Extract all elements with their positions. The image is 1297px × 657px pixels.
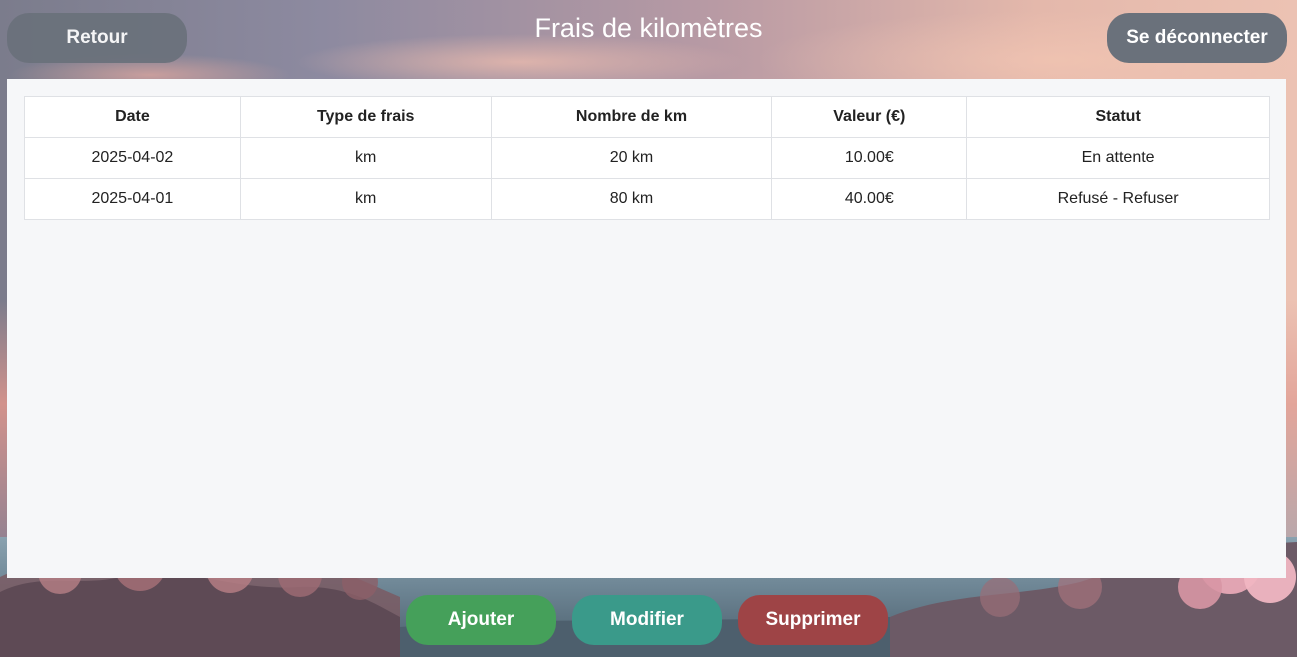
column-header-type[interactable]: Type de frais — [239, 96, 492, 138]
cell-value: 10.00€ — [771, 137, 968, 179]
page-title: Frais de kilomètres — [534, 13, 763, 43]
page: Retour Frais de kilomètres Se déconnecte… — [0, 0, 1297, 657]
delete-button[interactable]: Supprimer — [738, 595, 888, 645]
column-header-km[interactable]: Nombre de km — [490, 96, 773, 138]
table-row[interactable]: 2025-04-01 km 80 km 40.00€ Refusé - Refu… — [24, 178, 1270, 220]
expenses-table: Date Type de frais Nombre de km Valeur (… — [24, 96, 1270, 220]
cell-date: 2025-04-02 — [24, 137, 241, 179]
edit-button[interactable]: Modifier — [572, 595, 722, 645]
logout-button[interactable]: Se déconnecter — [1107, 13, 1287, 63]
add-button[interactable]: Ajouter — [406, 595, 556, 645]
cell-km: 80 km — [490, 178, 773, 220]
cell-value: 40.00€ — [771, 178, 968, 220]
cell-date: 2025-04-01 — [24, 178, 241, 220]
cell-km: 20 km — [490, 137, 773, 179]
table-header-row: Date Type de frais Nombre de km Valeur (… — [24, 96, 1270, 138]
cell-type: km — [239, 137, 492, 179]
column-header-status[interactable]: Statut — [966, 96, 1270, 138]
content-panel: Date Type de frais Nombre de km Valeur (… — [7, 79, 1286, 578]
column-header-value[interactable]: Valeur (€) — [771, 96, 968, 138]
cell-status: En attente — [966, 137, 1270, 179]
cell-status: Refusé - Refuser — [966, 178, 1270, 220]
column-header-date[interactable]: Date — [24, 96, 241, 138]
cell-type: km — [239, 178, 492, 220]
table-row[interactable]: 2025-04-02 km 20 km 10.00€ En attente — [24, 137, 1270, 179]
